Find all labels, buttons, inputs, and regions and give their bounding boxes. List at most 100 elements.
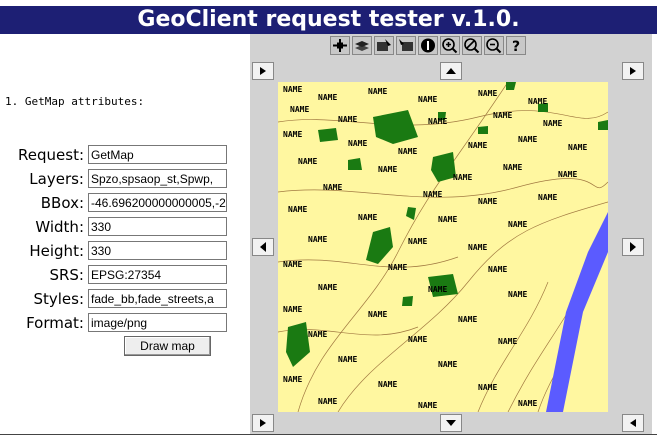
styles-label: Styles: (33, 290, 84, 308)
request-label: Request: (18, 146, 84, 164)
svg-text:NAME: NAME (308, 330, 327, 339)
select-icon[interactable] (374, 36, 394, 55)
pan-icon[interactable] (330, 36, 350, 55)
draw-map-button[interactable]: Draw map (124, 336, 211, 356)
field-row-height: Height: 330 (0, 241, 240, 265)
svg-text:NAME: NAME (508, 290, 527, 299)
info-icon[interactable] (418, 36, 438, 55)
srs-input[interactable]: EPSG:27354 (88, 265, 227, 284)
svg-text:NAME: NAME (528, 97, 547, 106)
svg-text:?: ? (512, 39, 520, 54)
svg-text:NAME: NAME (283, 130, 302, 139)
svg-text:NAME: NAME (488, 265, 507, 274)
svg-text:NAME: NAME (338, 115, 357, 124)
svg-text:NAME: NAME (503, 163, 522, 172)
svg-text:NAME: NAME (398, 147, 417, 156)
field-row-bbox: BBox: -46.696200000000005,-2 (0, 193, 240, 217)
styles-input[interactable]: fade_bb,fade_streets,a (88, 289, 227, 308)
pan-south-arrow[interactable] (440, 414, 462, 432)
svg-text:NAME: NAME (438, 360, 457, 369)
pan-southeast-arrow[interactable] (622, 414, 644, 432)
pan-east-arrow[interactable] (622, 238, 644, 256)
svg-text:NAME: NAME (298, 157, 317, 166)
app-title-bar: GeoClient request tester v.1.0. (0, 6, 657, 34)
width-input[interactable]: 330 (88, 217, 227, 236)
field-row-srs: SRS: EPSG:27354 (0, 265, 240, 289)
svg-text:NAME: NAME (338, 355, 357, 364)
bbox-input[interactable]: -46.696200000000005,-2 (88, 193, 227, 212)
bbox-label: BBox: (40, 194, 84, 212)
pan-west-arrow[interactable] (252, 238, 274, 256)
svg-text:NAME: NAME (283, 85, 302, 94)
format-label: Format: (26, 314, 84, 332)
svg-text:NAME: NAME (458, 315, 477, 324)
layers-icon[interactable] (352, 36, 372, 55)
svg-text:NAME: NAME (568, 143, 587, 152)
section-title: 1. GetMap attributes: (5, 95, 145, 108)
svg-text:NAME: NAME (348, 139, 367, 148)
height-label: Height: (29, 242, 84, 260)
svg-text:NAME: NAME (318, 283, 337, 292)
zoom-in-icon[interactable] (440, 36, 460, 55)
svg-text:NAME: NAME (478, 197, 497, 206)
app-title: GeoClient request tester v.1.0. (137, 7, 520, 32)
svg-text:NAME: NAME (283, 375, 302, 384)
svg-text:NAME: NAME (453, 173, 472, 182)
svg-text:NAME: NAME (308, 235, 327, 244)
svg-text:NAME: NAME (518, 135, 537, 144)
height-input[interactable]: 330 (88, 241, 227, 260)
svg-text:NAME: NAME (318, 93, 337, 102)
layers-label: Layers: (29, 170, 84, 188)
svg-text:NAME: NAME (378, 380, 397, 389)
pan-northeast-arrow[interactable] (622, 62, 644, 80)
svg-text:NAME: NAME (408, 335, 427, 344)
width-label: Width: (35, 218, 84, 236)
pan-north-arrow[interactable] (440, 62, 462, 80)
pan-southwest-arrow[interactable] (252, 414, 274, 432)
zoom-reset-icon[interactable] (462, 36, 482, 55)
svg-text:NAME: NAME (478, 89, 497, 98)
svg-text:NAME: NAME (368, 87, 387, 96)
field-row-layers: Layers: Spzo,spsaop_st,Spwp, (0, 169, 240, 193)
svg-text:NAME: NAME (418, 95, 437, 104)
select-area-icon[interactable] (396, 36, 416, 55)
pan-northwest-arrow[interactable] (252, 62, 274, 80)
svg-text:NAME: NAME (388, 263, 407, 272)
field-row-width: Width: 330 (0, 217, 240, 241)
request-input[interactable]: GetMap (88, 145, 227, 164)
svg-text:NAME: NAME (290, 105, 309, 114)
svg-text:NAME: NAME (428, 117, 447, 126)
svg-text:NAME: NAME (368, 310, 387, 319)
svg-text:NAME: NAME (418, 401, 437, 410)
svg-text:NAME: NAME (283, 260, 302, 269)
svg-text:NAME: NAME (468, 141, 487, 150)
svg-text:NAME: NAME (318, 397, 337, 406)
layers-input[interactable]: Spzo,spsaop_st,Spwp, (88, 169, 227, 188)
map-panel: ? NAME NAME NAME NAME NAME NAME NAME NAM… (250, 34, 652, 434)
map-image[interactable]: NAME NAME NAME NAME NAME NAME NAME NAME … (278, 82, 608, 412)
svg-text:NAME: NAME (408, 237, 427, 246)
svg-text:NAME: NAME (498, 337, 517, 346)
svg-text:NAME: NAME (468, 243, 487, 252)
svg-text:NAME: NAME (518, 399, 537, 408)
svg-text:NAME: NAME (423, 190, 442, 199)
help-icon[interactable]: ? (506, 36, 526, 55)
svg-text:NAME: NAME (543, 119, 562, 128)
svg-text:NAME: NAME (378, 165, 397, 174)
srs-label: SRS: (49, 266, 84, 284)
svg-text:NAME: NAME (323, 183, 342, 192)
zoom-out-icon[interactable] (484, 36, 504, 55)
field-row-request: Request: GetMap (0, 145, 240, 169)
field-row-format: Format: image/png (0, 313, 240, 337)
format-input[interactable]: image/png (88, 313, 227, 332)
bottom-divider (0, 434, 657, 435)
svg-text:NAME: NAME (358, 213, 377, 222)
svg-text:NAME: NAME (558, 170, 577, 179)
svg-text:NAME: NAME (478, 383, 497, 392)
svg-text:NAME: NAME (428, 285, 447, 294)
svg-text:NAME: NAME (288, 205, 307, 214)
svg-text:NAME: NAME (538, 193, 557, 202)
svg-text:NAME: NAME (493, 111, 512, 120)
svg-text:NAME: NAME (438, 215, 457, 224)
svg-text:NAME: NAME (283, 305, 302, 314)
